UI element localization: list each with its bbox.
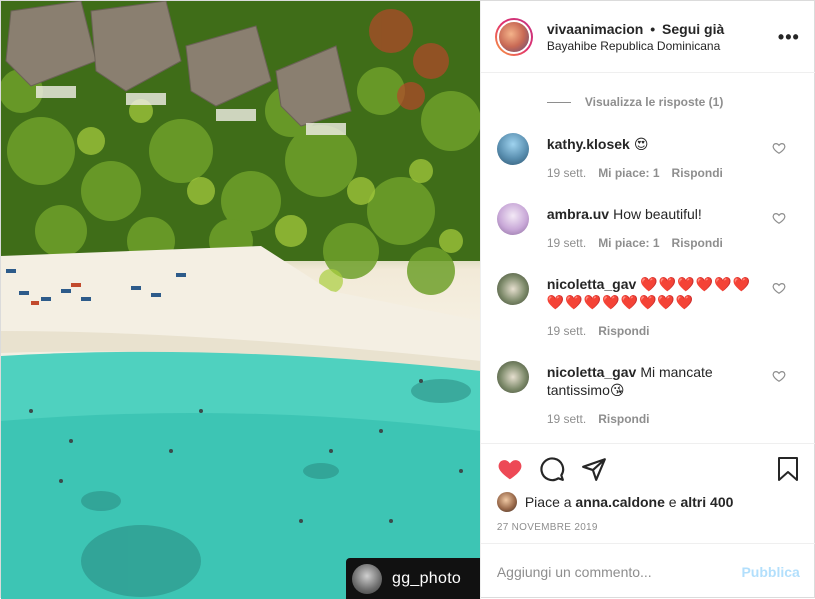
add-comment-bar: Pubblica xyxy=(480,543,815,599)
comment-time[interactable]: 19 sett. xyxy=(547,166,586,180)
likes-summary[interactable]: Piace a anna.caldone e altri 400 xyxy=(496,492,733,512)
commenter-avatar[interactable] xyxy=(496,361,529,393)
heart-filled-icon[interactable] xyxy=(497,456,523,482)
author-avatar[interactable] xyxy=(494,17,533,56)
post-photo[interactable]: gg_photo xyxy=(1,1,480,599)
photo-credit-watermark: gg_photo xyxy=(346,558,480,599)
bookmark-icon[interactable] xyxy=(776,456,800,482)
more-horizontal-icon[interactable]: ••• xyxy=(778,27,800,48)
post-location[interactable]: Bayahibe Republica Dominicana xyxy=(547,39,724,53)
heart-outline-icon[interactable] xyxy=(772,281,786,295)
reply-button[interactable]: Rispondi xyxy=(598,412,649,426)
comment-username[interactable]: nicoletta_gav xyxy=(547,276,636,292)
reply-button[interactable]: Rispondi xyxy=(672,166,723,180)
post-side-panel: vivaanimacion • Segui già Bayahibe Repub… xyxy=(479,1,815,599)
comment-time[interactable]: 19 sett. xyxy=(547,412,586,426)
heart-outline-icon[interactable] xyxy=(772,369,786,383)
author-username[interactable]: vivaanimacion xyxy=(547,21,644,37)
post-header: vivaanimacion • Segui già Bayahibe Repub… xyxy=(480,1,815,73)
view-replies-link[interactable]: Visualizza le risposte (1) xyxy=(546,95,724,109)
header-separator: • xyxy=(650,20,656,37)
commenter-avatar[interactable] xyxy=(496,133,529,165)
comment-time[interactable]: 19 sett. xyxy=(547,236,586,250)
reply-button[interactable]: Rispondi xyxy=(672,236,723,250)
liker-avatar xyxy=(496,492,517,512)
follow-status[interactable]: Segui già xyxy=(662,21,724,37)
comment-username[interactable]: ambra.uv xyxy=(547,206,609,222)
post-actions: Piace a anna.caldone e altri 400 27 NOVE… xyxy=(480,443,815,543)
aerial-beach-image xyxy=(1,1,480,599)
view-replies-label: Visualizza le risposte (1) xyxy=(584,95,724,109)
post-modal: gg_photo vivaanimacion • Segui già Bayah… xyxy=(0,0,815,599)
post-date[interactable]: 27 NOVEMBRE 2019 xyxy=(497,522,598,533)
liker-username[interactable]: anna.caldone xyxy=(575,494,664,510)
comment-bubble-icon[interactable] xyxy=(539,456,565,482)
likes-conjunction: e xyxy=(668,494,677,510)
reply-button[interactable]: Rispondi xyxy=(598,324,649,338)
comment-username[interactable]: nicoletta_gav xyxy=(547,364,636,380)
photographer-name: gg_photo xyxy=(392,569,462,587)
comment-time[interactable]: 19 sett. xyxy=(547,324,586,338)
publish-button[interactable]: Pubblica xyxy=(741,564,799,580)
heart-outline-icon[interactable] xyxy=(772,211,786,225)
replies-divider xyxy=(546,101,571,103)
commenter-avatar[interactable] xyxy=(496,273,529,305)
action-icons-row xyxy=(497,456,607,482)
comments-list[interactable]: Visualizza le risposte (1) kathy.klosek 😍… xyxy=(481,73,815,443)
comment-username[interactable]: kathy.klosek xyxy=(547,136,630,152)
comment-text: How beautiful! xyxy=(613,206,702,222)
share-send-icon[interactable] xyxy=(581,456,607,482)
author-info: vivaanimacion • Segui già Bayahibe Repub… xyxy=(547,21,724,53)
comment-likes[interactable]: Mi piace: 1 xyxy=(598,166,659,180)
photographer-avatar xyxy=(352,563,382,594)
comment-likes[interactable]: Mi piace: 1 xyxy=(598,236,659,250)
likes-prefix: Piace a xyxy=(524,494,572,510)
commenter-avatar[interactable] xyxy=(496,203,529,235)
likes-others-link[interactable]: altri 400 xyxy=(680,494,733,510)
comment-text: 😍 xyxy=(633,136,649,152)
heart-outline-icon[interactable] xyxy=(772,141,786,155)
comment-input[interactable] xyxy=(496,563,742,580)
